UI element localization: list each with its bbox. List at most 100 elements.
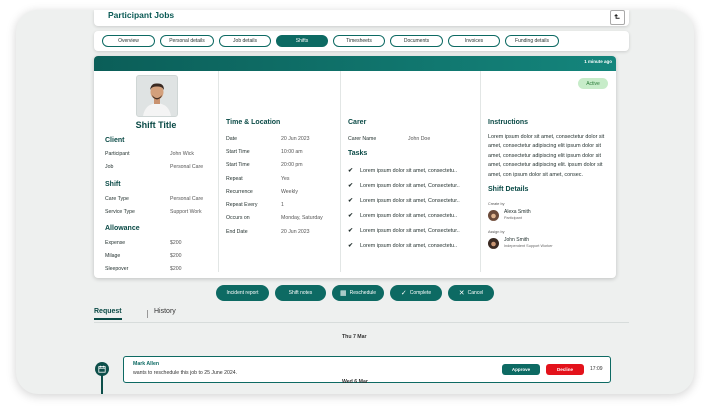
carer-heading: Carer [348, 119, 367, 126]
task-text: Lorem ipsum dolor sit amet, Consectetur.… [360, 228, 460, 234]
row-value: 20 Jun 2023 [281, 136, 310, 142]
avatar [488, 238, 499, 249]
decline-button[interactable]: Decline [546, 364, 584, 375]
timeline-date: Wed 6 Mar [342, 379, 368, 385]
row-value: John Wick [170, 151, 194, 157]
client-column: Shift Title Client Participant John Wick… [94, 71, 219, 272]
row-key: Repeat [226, 176, 243, 182]
check-icon: ✔ [348, 183, 354, 189]
assigned-by: Assign by John Smith Independent Support… [488, 230, 553, 249]
row-key: Start Time [226, 162, 250, 168]
timeline-date: Thu 7 Mar [342, 334, 367, 340]
calendar-icon: ▦ [339, 290, 347, 297]
task-text: Lorem ipsum dolor sit amet, Consectetur.… [360, 198, 460, 204]
button-label: Complete [409, 290, 432, 296]
row-value: John Doe [408, 136, 431, 142]
person-photo-icon [137, 76, 177, 116]
task-text: Lorem ipsum dolor sit amet, Consectetur.… [360, 183, 460, 189]
row-value: $200 [170, 266, 182, 272]
row-key: Recurrence [226, 189, 253, 195]
created-by: Create by Alexa Smith Participant [488, 202, 531, 221]
check-icon: ✔ [348, 228, 354, 234]
row-value: 20:00 pm [281, 162, 303, 168]
user-avatar-icon [491, 241, 496, 249]
created-by-label: Create by [488, 202, 505, 206]
tab-history[interactable]: History [154, 308, 176, 315]
row-key: Job [105, 164, 114, 170]
shift-details-heading: Shift Details [488, 186, 529, 193]
row-value: Personal Care [170, 164, 204, 170]
instructions-text: Lorem ipsum dolor sit amet, consectetur … [488, 134, 605, 178]
request-message: wants to reschedule this job to 25 June … [133, 370, 238, 376]
reschedule-button[interactable]: ▦ Reschedule [332, 285, 384, 301]
row-value: $200 [170, 240, 182, 246]
task-item: ✔ Lorem ipsum dolor sit amet, Consectetur… [348, 182, 460, 189]
check-icon: ✔ [348, 243, 354, 249]
approve-button[interactable]: Approve [502, 364, 540, 375]
task-item: ✔ Lorem ipsum dolor sit amet, consectetu.… [348, 242, 457, 249]
avatar [136, 75, 178, 117]
check-icon: ✔ [348, 168, 354, 174]
row-key: Expense [105, 240, 126, 246]
tab-request[interactable]: Request [94, 308, 122, 320]
assigned-by-name: John Smith [504, 237, 530, 243]
tab-timesheets[interactable]: Timesheets [333, 35, 385, 47]
button-label: Reschedule [349, 290, 377, 296]
row-value: 20 Jun 2023 [281, 229, 310, 235]
cancel-button[interactable]: ✕ Cancel [448, 285, 494, 301]
row-value: 10:00 am [281, 149, 303, 155]
row-key: Occurs on [226, 215, 250, 221]
user-avatar-icon [491, 213, 496, 221]
shift-notes-button[interactable]: Shift notes [275, 285, 326, 301]
check-circle-icon: ✓ [400, 290, 407, 297]
tab-overview[interactable]: Overview [102, 35, 155, 47]
carer-column: Carer Carer Name John Doe Tasks ✔ Lorem i… [340, 71, 481, 272]
row-key: Repeat Every [226, 202, 258, 208]
tab-invoices[interactable]: Invoices [448, 35, 500, 47]
shift-card: 1 minute ago Active Shift Title Client P… [94, 56, 616, 278]
last-updated: 1 minute ago [584, 59, 612, 64]
assigned-by-role: Independent Support Worker [504, 244, 553, 248]
tab-shifts[interactable]: Shifts [276, 35, 328, 47]
row-key: Carer Name [348, 136, 377, 142]
row-value: Monday, Saturday [281, 215, 323, 221]
button-label: Shift notes [288, 290, 313, 296]
shift-title: Shift Title [135, 120, 177, 130]
shift-heading: Shift [105, 181, 121, 188]
task-item: ✔ Lorem ipsum dolor sit amet, Consectetur… [348, 227, 460, 234]
row-key: End Date [226, 229, 248, 235]
action-bar: Incident report Shift notes ▦ Reschedule … [216, 285, 500, 301]
row-key: Start Time [226, 149, 250, 155]
row-value: Personal Care [170, 196, 204, 202]
incident-report-button[interactable]: Incident report [216, 285, 269, 301]
instructions-column: Instructions Lorem ipsum dolor sit amet,… [480, 71, 616, 272]
tab-personal-details[interactable]: Personal details [160, 35, 214, 47]
tab-documents[interactable]: Documents [390, 35, 443, 47]
requester-name: Mark Allen [133, 361, 160, 367]
back-button[interactable] [610, 10, 625, 25]
page-header: Participant Jobs [94, 10, 629, 26]
row-value: Weekly [281, 189, 298, 195]
task-text: Lorem ipsum dolor sit amet, consectetu.. [360, 213, 458, 219]
time-location-heading: Time & Location [226, 119, 281, 126]
complete-button[interactable]: ✓ Complete [390, 285, 442, 301]
shift-card-header: 1 minute ago [94, 56, 616, 71]
task-text: Lorem ipsum dolor sit amet, consectetu.. [360, 168, 458, 174]
back-arrow-icon [614, 14, 620, 19]
created-by-name: Alexa Smith [504, 209, 531, 215]
timeline-node [95, 362, 109, 376]
tab-funding-details[interactable]: Funding details [505, 35, 559, 47]
row-key: Care Type [105, 196, 129, 202]
assigned-by-label: Assign by [488, 230, 505, 234]
tab-divider [147, 310, 148, 318]
close-icon: ✕ [458, 290, 465, 297]
tab-job-details[interactable]: Job details [219, 35, 271, 47]
task-item: ✔ Lorem ipsum dolor sit amet, consectetu.… [348, 167, 457, 174]
row-value: $200 [170, 253, 182, 259]
request-history-tabs: Request History [94, 306, 629, 323]
request-time: 17:09 [590, 366, 603, 372]
task-item: ✔ Lorem ipsum dolor sit amet, consectetu.… [348, 212, 457, 219]
row-key: Sleepover [105, 266, 129, 272]
tasks-heading: Tasks [348, 150, 368, 157]
row-value: 1 [281, 202, 284, 208]
